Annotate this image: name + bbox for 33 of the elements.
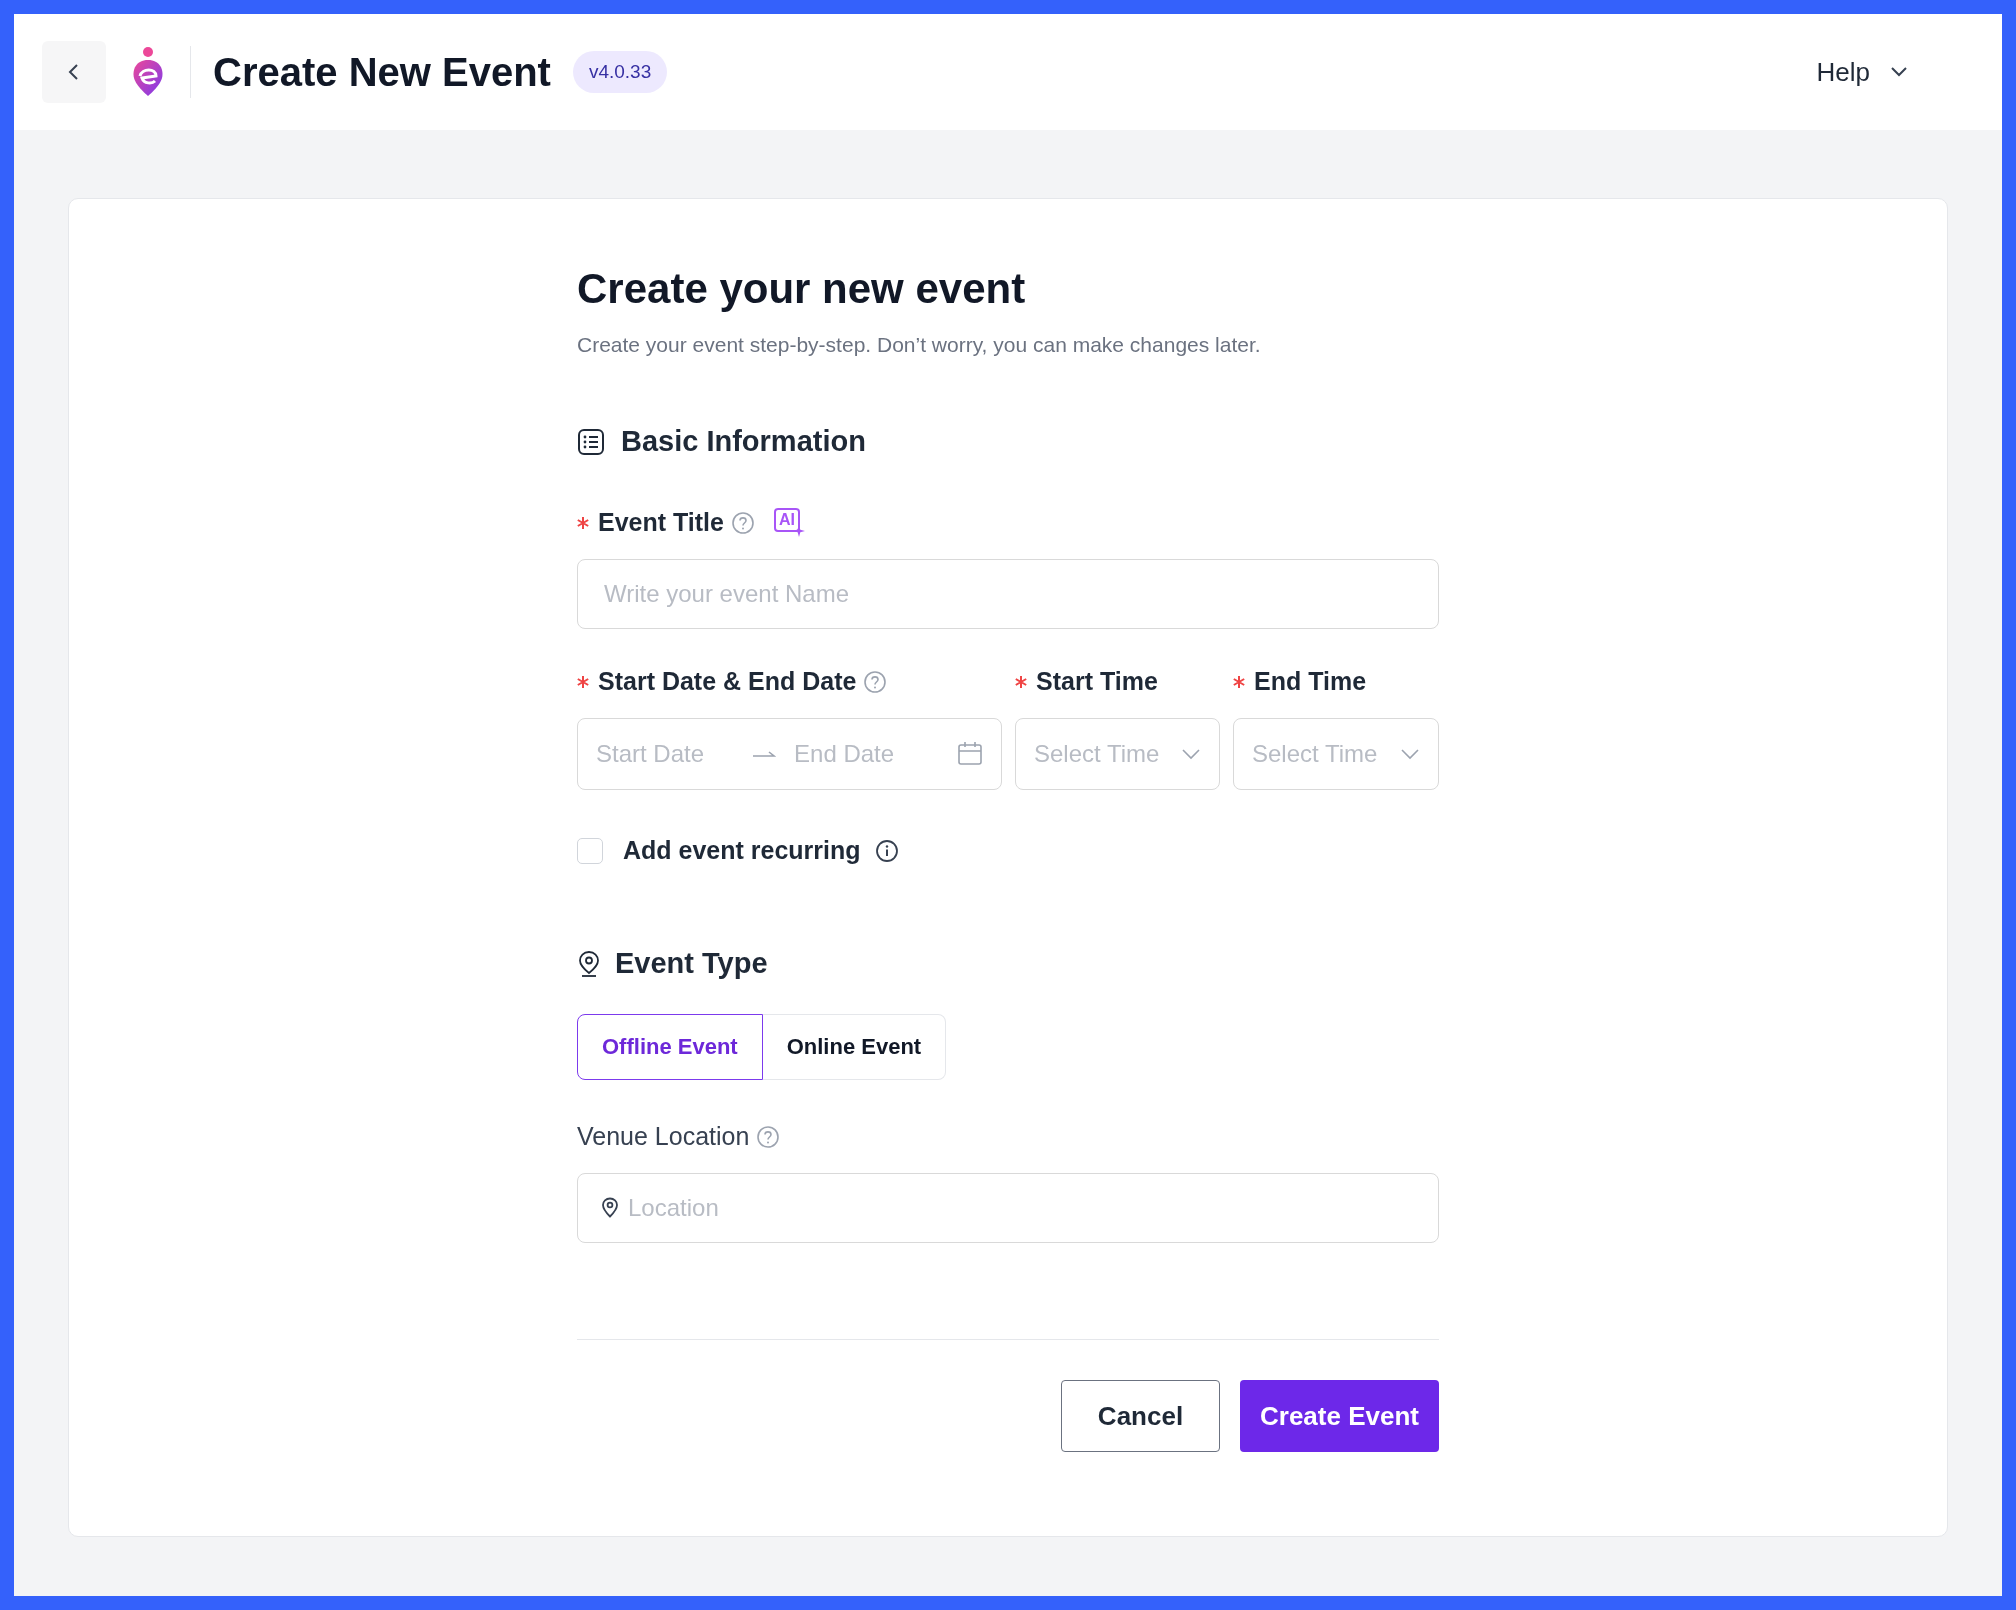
help-icon[interactable] — [730, 510, 755, 535]
recurring-checkbox[interactable] — [577, 837, 603, 864]
field-label: End Time — [1254, 667, 1367, 696]
chevron-down-icon — [1181, 748, 1201, 760]
chevron-down-icon — [1400, 748, 1420, 760]
version-badge: v4.0.33 — [572, 51, 668, 93]
chevron-down-icon — [1890, 66, 1908, 78]
cancel-button[interactable]: Cancel — [1061, 1380, 1220, 1452]
help-icon[interactable] — [756, 1124, 781, 1149]
location-input[interactable]: Location — [577, 1173, 1439, 1243]
field-label: Start Time — [1036, 667, 1158, 696]
page-title: Create New Event — [213, 49, 551, 95]
field-label: Event Title — [598, 508, 724, 537]
event-title-input[interactable]: Write your event Name — [577, 559, 1439, 629]
event-type-tab[interactable]: Offline Event — [577, 1014, 763, 1080]
form-subtitle: Create your event step-by-step. Don’t worry, you can make changes later. — [577, 333, 1262, 357]
chevron-left-icon — [67, 62, 81, 82]
create-button[interactable]: Create Event — [1240, 1380, 1439, 1452]
form-heading: Create your new event — [577, 265, 1027, 313]
section-title: Event Type — [615, 947, 768, 980]
calendar-icon — [957, 741, 983, 767]
end-date-placeholder: End Date — [794, 740, 895, 768]
list-icon — [577, 427, 605, 456]
start-date-placeholder: Start Date — [596, 740, 705, 768]
field-label: Venue Location — [577, 1122, 750, 1151]
location-pin-icon — [577, 949, 601, 978]
section-title: Basic Information — [621, 425, 866, 458]
checkbox-label: Add event recurring — [623, 836, 861, 865]
event-type-tab[interactable]: Online Event — [762, 1014, 947, 1080]
info-icon[interactable] — [874, 838, 899, 863]
help-icon[interactable] — [863, 669, 888, 694]
field-label: Start Date & End Date — [598, 667, 857, 696]
help-menu[interactable]: Help — [1810, 55, 1914, 89]
